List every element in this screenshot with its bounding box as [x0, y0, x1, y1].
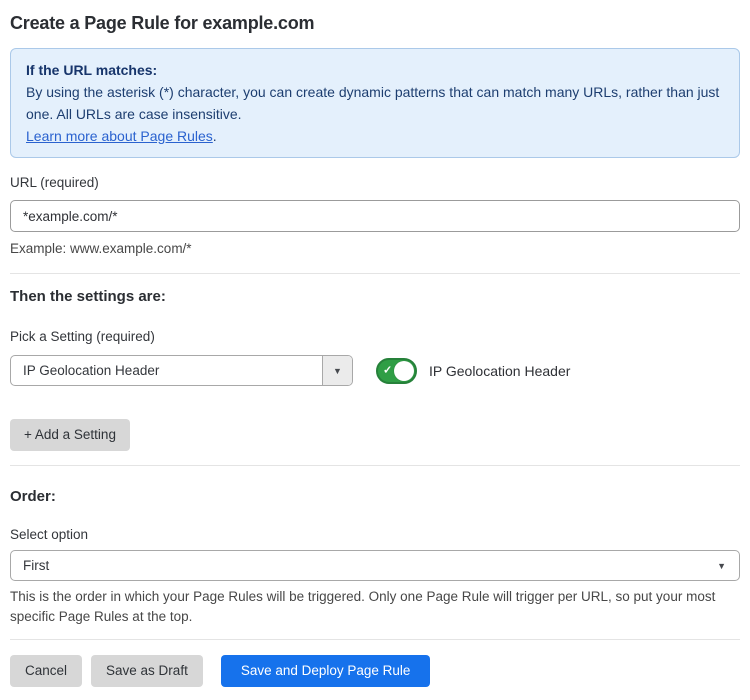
create-page-rule-form: Create a Page Rule for example.com If th… [0, 13, 750, 687]
order-heading: Order: [10, 488, 740, 506]
save-deploy-button[interactable]: Save and Deploy Page Rule [221, 655, 431, 687]
cancel-button[interactable]: Cancel [10, 655, 82, 687]
setting-select-arrow-button[interactable]: ▼ [322, 356, 352, 385]
order-select[interactable]: First ▼ [10, 550, 740, 581]
save-draft-button[interactable]: Save as Draft [91, 655, 203, 687]
toggle-knob [394, 361, 414, 381]
footer-actions: Cancel Save as Draft Save and Deploy Pag… [10, 655, 740, 687]
setting-select[interactable]: IP Geolocation Header ▼ [10, 355, 353, 386]
select-option-label: Select option [10, 527, 740, 543]
learn-more-link[interactable]: Learn more about Page Rules [26, 128, 213, 144]
link-suffix: . [213, 128, 217, 144]
pick-setting-label: Pick a Setting (required) [10, 329, 740, 345]
info-box-heading: If the URL matches: [26, 59, 724, 81]
chevron-down-icon: ▼ [333, 366, 342, 376]
info-box-link-line: Learn more about Page Rules. [26, 125, 724, 147]
chevron-down-icon: ▼ [717, 561, 726, 571]
divider [10, 465, 740, 466]
settings-heading: Then the settings are: [10, 288, 740, 306]
add-setting-button[interactable]: + Add a Setting [10, 419, 130, 451]
check-icon: ✓ [383, 365, 392, 376]
url-label: URL (required) [10, 175, 740, 191]
divider [10, 273, 740, 274]
url-input[interactable] [10, 200, 740, 232]
ip-geolocation-toggle[interactable]: ✓ [376, 358, 417, 384]
setting-select-value: IP Geolocation Header [11, 363, 159, 378]
order-select-value: First [23, 558, 49, 573]
divider [10, 639, 740, 640]
toggle-label: IP Geolocation Header [429, 363, 570, 379]
setting-row: IP Geolocation Header ▼ ✓ IP Geolocation… [10, 355, 740, 386]
order-description: This is the order in which your Page Rul… [10, 587, 738, 627]
page-title: Create a Page Rule for example.com [10, 13, 740, 34]
url-matches-info-box: If the URL matches: By using the asteris… [10, 48, 740, 158]
url-example-hint: Example: www.example.com/* [10, 239, 740, 259]
info-box-body: By using the asterisk (*) character, you… [26, 81, 724, 125]
